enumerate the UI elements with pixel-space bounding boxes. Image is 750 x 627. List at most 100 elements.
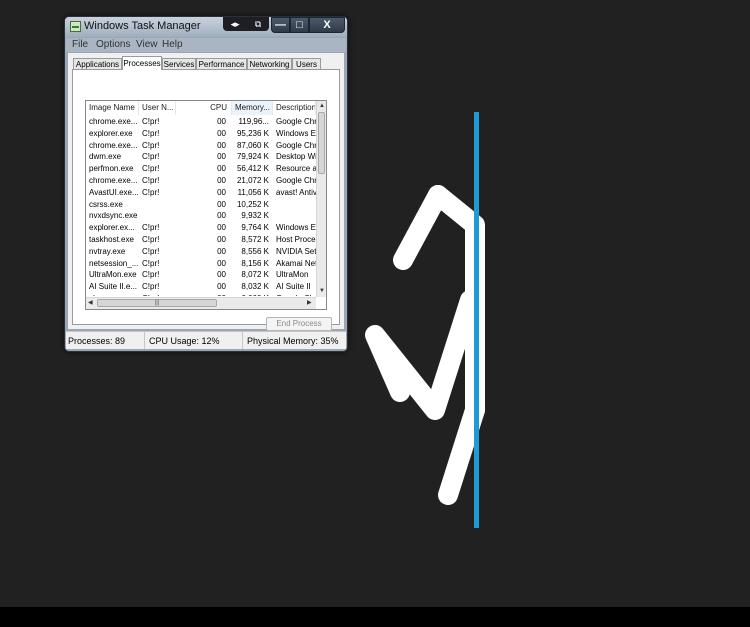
process-user: C!pr!: [142, 187, 160, 197]
process-cpu: 00: [217, 117, 226, 126]
portal-line: [474, 112, 479, 528]
process-list[interactable]: Image Name User N... CPU Memory... Descr…: [85, 100, 327, 310]
process-description: Google Chro: [276, 293, 316, 296]
horizontal-scroll-thumb[interactable]: |||: [97, 299, 217, 307]
table-row[interactable]: UltraMon.exe C!pr! 00 8,072 K UltraMon: [86, 269, 316, 281]
process-user: C!pr!: [142, 152, 160, 162]
process-cpu: 00: [217, 223, 226, 233]
process-cpu: 00: [217, 152, 226, 162]
process-description: Google Chro: [276, 140, 316, 150]
process-name: UltraMon.exe: [89, 270, 137, 280]
menu-file[interactable]: File: [72, 39, 88, 50]
table-row[interactable]: AI Suite II.e... C!pr! 00 8,032 K AI Suite I…: [86, 281, 316, 293]
title-bar[interactable]: Windows Task Manager ◂▸ ⧉ — □ X: [65, 17, 347, 37]
table-row[interactable]: chrome.exe... C!pr! 00 119,96... Google Chro: [86, 116, 316, 128]
process-memory: 56,412 K: [236, 164, 269, 174]
close-button[interactable]: X: [309, 17, 345, 33]
process-cpu: 00: [217, 246, 226, 256]
task-manager-icon: [70, 21, 81, 32]
vertical-scrollbar[interactable]: ▲ ▼: [316, 101, 326, 297]
process-name: netsession_...: [89, 258, 139, 268]
status-processes: Processes: 89: [66, 332, 145, 349]
maximize-button[interactable]: □: [290, 17, 309, 33]
process-memory: 8,556 K: [241, 246, 269, 256]
end-process-button[interactable]: End Process: [266, 317, 332, 331]
table-row[interactable]: nvxdsync.exe 00 9,932 K: [86, 210, 316, 222]
process-cpu: 00: [217, 199, 226, 209]
client-area: Applications Processes Services Performa…: [68, 53, 344, 331]
table-row[interactable]: explorer.exe C!pr! 00 95,236 K Windows Ex: [86, 128, 316, 140]
process-description: AI Suite II: [276, 282, 311, 292]
scroll-down-icon[interactable]: ▼: [319, 287, 325, 295]
status-bar: Processes: 89 CPU Usage: 12% Physical Me…: [66, 331, 346, 349]
process-user: C!pr!: [142, 282, 160, 292]
scroll-up-icon[interactable]: ▲: [319, 102, 325, 110]
column-image-name[interactable]: Image Name: [86, 101, 139, 115]
process-cpu: 00: [217, 128, 226, 138]
process-user: C!pr!: [142, 246, 160, 256]
process-memory: 10,252 K: [236, 199, 269, 209]
portal-figure-wallpaper: [365, 112, 485, 528]
process-user: C!pr!: [142, 175, 160, 185]
table-row[interactable]: dwm.exe C!pr! 00 79,924 K Desktop Wi: [86, 151, 316, 163]
tab-processes[interactable]: Processes: [122, 56, 162, 70]
process-memory: 119,96...: [238, 117, 269, 126]
process-name: chrome.exe...: [89, 293, 139, 296]
figure-leg-front: [438, 400, 485, 505]
process-name: chrome.exe...: [89, 175, 138, 185]
column-user-name[interactable]: User N...: [139, 101, 176, 115]
table-row[interactable]: AvastUI.exe... C!pr! 00 11,056 K avast! Anti…: [86, 187, 316, 199]
menu-help[interactable]: Help: [162, 39, 183, 50]
menu-bar: File Options View Help: [66, 38, 346, 52]
column-memory[interactable]: Memory...: [232, 101, 273, 115]
process-description: Akamai Net: [276, 258, 316, 268]
process-cpu: 00: [217, 234, 226, 244]
minimize-button[interactable]: —: [271, 17, 290, 33]
table-row[interactable]: chrome.exe... C!pr! 00 87,060 K Google Chro: [86, 140, 316, 152]
processes-panel: Image Name User N... CPU Memory... Descr…: [72, 69, 340, 331]
figure-leg-back: [365, 290, 480, 420]
menu-options[interactable]: Options: [96, 39, 130, 50]
process-cpu: 00: [217, 164, 226, 174]
vertical-scroll-thumb[interactable]: [318, 112, 325, 174]
table-row[interactable]: csrss.exe 00 10,252 K: [86, 199, 316, 211]
table-row[interactable]: chrome.exe... C!pr! 00 21,072 K Google Chro: [86, 175, 316, 187]
process-memory: 9,932 K: [241, 211, 269, 221]
process-user: C!pr!: [142, 270, 160, 280]
table-row[interactable]: nvtray.exe C!pr! 00 8,556 K NVIDIA Sett: [86, 246, 316, 258]
scroll-right-icon[interactable]: ▶: [307, 299, 312, 307]
table-row[interactable]: chrome.exe...C!pr! 00 6,060 K Google Chro: [86, 293, 316, 296]
table-row[interactable]: netsession_... C!pr! 00 8,156 K Akamai Net: [86, 258, 316, 270]
process-name: taskhost.exe: [89, 234, 134, 244]
scroll-left-icon[interactable]: ◀: [88, 299, 93, 307]
process-user: C!pr!: [142, 258, 160, 268]
process-user: C!pr!: [142, 128, 160, 138]
process-memory: 9,764 K: [241, 223, 269, 233]
process-memory: 8,032 K: [241, 282, 269, 292]
column-cpu[interactable]: CPU: [176, 101, 232, 115]
process-memory: 8,072 K: [241, 270, 269, 280]
process-user: C!pr!: [142, 117, 160, 126]
process-name: csrss.exe: [89, 199, 123, 209]
process-description: Google Chro: [276, 175, 316, 185]
process-rows: chrome.exe...C!pr!00119,96...Google Chro…: [86, 116, 316, 296]
menu-view[interactable]: View: [136, 39, 158, 50]
process-name: AvastUI.exe...: [89, 187, 139, 197]
process-description: Host Proces: [276, 234, 316, 244]
process-description: Resource a: [276, 164, 316, 174]
process-description: Desktop Wi: [276, 152, 316, 162]
window-title: Windows Task Manager: [84, 20, 201, 32]
process-description: NVIDIA Sett: [276, 246, 316, 256]
column-description[interactable]: Description: [273, 101, 316, 115]
table-row[interactable]: explorer.ex... C!pr! 00 9,764 K Windows Ex: [86, 222, 316, 234]
table-row[interactable]: perfmon.exe C!pr! 00 56,412 K Resource a: [86, 163, 316, 175]
horizontal-scrollbar[interactable]: ◀ ||| ▶: [86, 297, 316, 309]
process-memory: 8,572 K: [241, 234, 269, 244]
span-window-icon[interactable]: ⧉: [255, 19, 261, 30]
process-user: C!pr!: [142, 164, 160, 174]
move-monitor-icon[interactable]: ◂▸: [231, 19, 240, 30]
table-row[interactable]: taskhost.exe C!pr! 00 8,572 K Host Proces: [86, 234, 316, 246]
process-name: AI Suite II.e...: [89, 282, 138, 292]
process-memory: 21,072 K: [236, 175, 269, 185]
process-description: UltraMon: [276, 270, 309, 280]
